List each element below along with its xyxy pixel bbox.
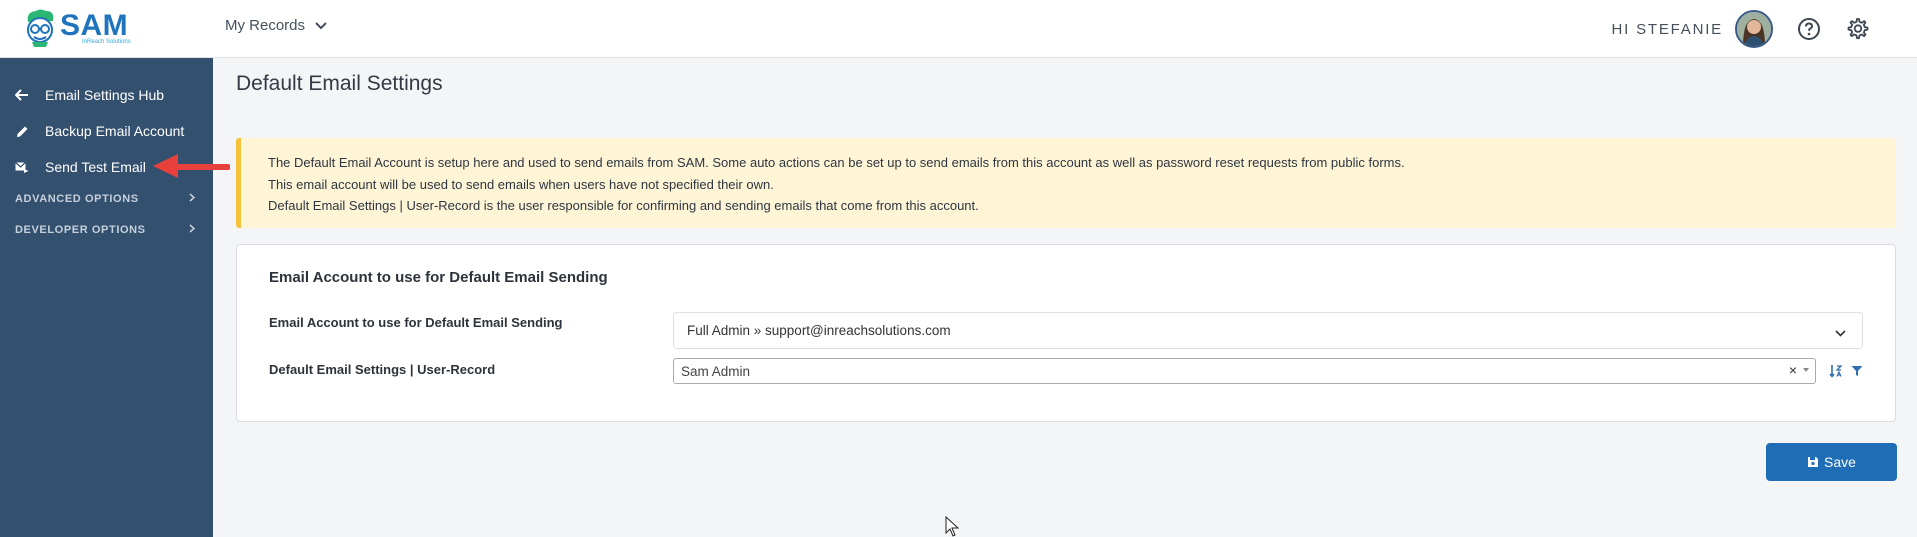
alert-line: This email account will be used to send … bbox=[268, 176, 774, 192]
logo-mascot-icon bbox=[22, 8, 58, 48]
sidebar-section-developer-options[interactable]: DEVELOPER OPTIONS bbox=[15, 224, 196, 236]
chevron-right-icon bbox=[189, 193, 196, 205]
sidebar-section-advanced-options[interactable]: ADVANCED OPTIONS bbox=[15, 193, 196, 205]
floppy-disk-icon bbox=[1808, 457, 1819, 467]
pencil-icon bbox=[14, 125, 30, 138]
chevron-down-icon bbox=[1835, 325, 1846, 340]
email-account-value: Full Admin » support@inreachsolutions.co… bbox=[687, 323, 951, 338]
gear-icon[interactable] bbox=[1843, 15, 1871, 43]
email-account-select[interactable]: Full Admin » support@inreachsolutions.co… bbox=[673, 312, 1863, 349]
sidebar-item-backup-email-account[interactable]: Backup Email Account bbox=[14, 123, 184, 139]
top-header: SAM InReach Solutions My Records HI STEF… bbox=[0, 0, 1917, 58]
chevron-down-icon bbox=[315, 17, 327, 34]
sam-logo[interactable]: SAM InReach Solutions bbox=[22, 8, 131, 48]
help-icon[interactable] bbox=[1795, 15, 1823, 43]
logo-name: SAM bbox=[60, 9, 129, 42]
sidebar: Email Settings Hub Backup Email Account … bbox=[0, 58, 213, 537]
filter-icon[interactable] bbox=[1848, 362, 1866, 380]
alert-line: Default Email Settings | User-Record is … bbox=[268, 198, 979, 213]
alert-line: The Default Email Account is setup here … bbox=[268, 155, 1405, 170]
avatar[interactable] bbox=[1735, 10, 1773, 48]
page-title: Default Email Settings bbox=[236, 72, 443, 95]
sidebar-item-label: Send Test Email bbox=[45, 159, 146, 175]
save-button-label: Save bbox=[1824, 454, 1856, 470]
sort-icon[interactable] bbox=[1827, 362, 1845, 380]
logo-subtext: InReach Solutions bbox=[82, 39, 131, 45]
mouse-cursor-icon bbox=[945, 515, 960, 537]
my-records-menu[interactable]: My Records bbox=[225, 17, 327, 34]
card-title: Email Account to use for Default Email S… bbox=[269, 269, 608, 286]
annotation-arrow-icon bbox=[150, 151, 231, 181]
chevron-right-icon bbox=[189, 224, 196, 236]
section-label: ADVANCED OPTIONS bbox=[15, 193, 139, 205]
clear-icon[interactable]: × bbox=[1789, 362, 1797, 378]
user-area: HI STEFANIE bbox=[1612, 0, 1917, 58]
user-record-value: Sam Admin bbox=[681, 363, 751, 379]
user-record-select[interactable]: Sam Admin × bbox=[673, 358, 1816, 384]
arrow-left-icon bbox=[14, 89, 30, 101]
section-label: DEVELOPER OPTIONS bbox=[15, 224, 146, 236]
save-button[interactable]: Save bbox=[1766, 443, 1897, 481]
sidebar-item-label: Backup Email Account bbox=[45, 123, 185, 139]
info-alert: The Default Email Account is setup here … bbox=[236, 138, 1896, 228]
settings-card: Email Account to use for Default Email S… bbox=[236, 244, 1896, 422]
email-account-label: Email Account to use for Default Email S… bbox=[269, 315, 563, 330]
user-record-label: Default Email Settings | User-Record bbox=[269, 362, 496, 377]
dropdown-caret-icon[interactable] bbox=[1803, 368, 1809, 372]
mail-send-icon bbox=[14, 161, 30, 173]
user-greeting: HI STEFANIE bbox=[1611, 20, 1723, 38]
my-records-label: My Records bbox=[225, 17, 306, 34]
sidebar-item-email-settings-hub[interactable]: Email Settings Hub bbox=[14, 87, 164, 103]
sidebar-item-label: Email Settings Hub bbox=[45, 87, 165, 103]
sidebar-item-send-test-email[interactable]: Send Test Email bbox=[14, 159, 146, 175]
